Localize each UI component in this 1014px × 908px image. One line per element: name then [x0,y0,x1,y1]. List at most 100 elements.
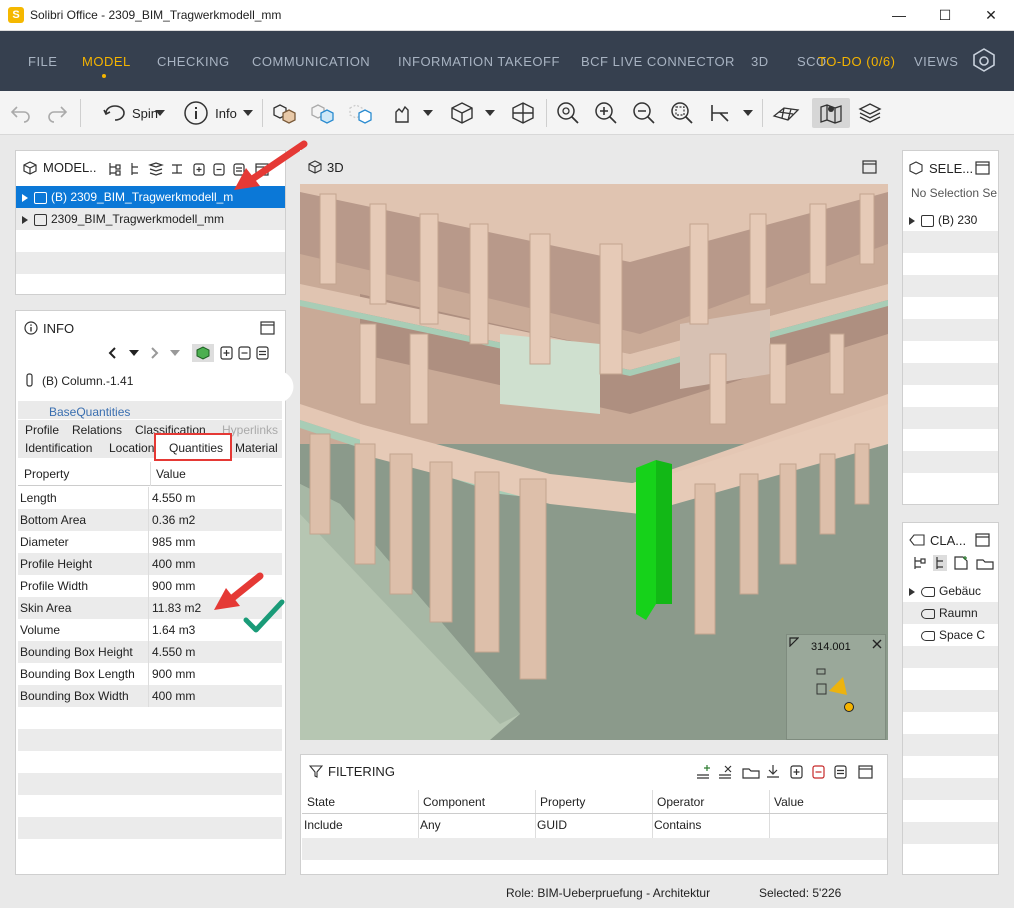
show-components-button[interactable] [268,98,302,128]
walk-dropdown[interactable] [420,98,436,128]
classification-tool-icons[interactable] [913,555,997,571]
menu-3d[interactable]: 3D [751,54,769,69]
classification-row-label: Raumn [939,606,978,620]
zoom-in-button[interactable] [590,98,622,128]
map-button[interactable] [812,98,850,128]
property-value: 900 mm [152,579,196,593]
menu-todo[interactable]: TO-DO (0/6) [818,54,896,69]
menu-views[interactable]: VIEWS [914,54,958,69]
undo-button[interactable] [6,98,36,128]
minimap-label: 314.001 [811,641,851,653]
empty-row [903,778,998,800]
filter-cell[interactable]: Include [304,814,343,836]
tab-basequantities[interactable]: BaseQuantities [49,405,130,419]
layers-button[interactable] [852,98,888,128]
property-row[interactable]: Bounding Box Length 900 mm [18,663,282,685]
view-dropdown[interactable] [482,98,498,128]
layers-icon [858,103,882,123]
tab-relations[interactable]: Relations [72,423,122,437]
measure-dropdown[interactable] [740,98,756,128]
empty-row [903,822,998,844]
tab-quantities-active[interactable]: Quantities [154,433,232,461]
filtering-tool-icons[interactable] [695,763,881,781]
menu-checking[interactable]: CHECKING [157,54,230,69]
expand-arrow-icon[interactable] [909,587,915,596]
redo-button[interactable] [42,98,72,128]
menu-communication[interactable]: COMMUNICATION [252,54,370,69]
filter-row[interactable]: Include Any GUID Contains [302,814,887,838]
menu-bcf-live-connector[interactable]: BCF LIVE CONNECTOR [581,54,735,69]
tab-profile[interactable]: Profile [25,423,59,437]
model-tree-row[interactable]: 2309_BIM_Tragwerkmodell_mm [16,208,285,230]
property-row[interactable]: Bottom Area 0.36 m2 [18,509,282,531]
tab-identification[interactable]: Identification [25,441,92,455]
filter-cell[interactable]: Any [420,814,441,836]
views-icon[interactable] [970,46,998,74]
filter-column-header[interactable]: Component [423,791,485,813]
classification-tag-icon [909,534,925,546]
info-navigation-icons[interactable] [108,344,280,362]
info-button[interactable]: Info [178,98,242,128]
section-box-button[interactable] [506,98,540,128]
close-icon[interactable] [871,638,883,650]
property-value: 11.83 m2 [152,601,202,615]
filter-column-header[interactable]: State [307,791,335,813]
filter-column-header[interactable]: Operator [657,791,704,813]
property-row[interactable]: Bounding Box Width 400 mm [18,685,282,707]
empty-row [903,275,998,297]
walk-button[interactable] [386,98,418,128]
collapse-corner-icon[interactable] [789,637,799,647]
view-cube-button[interactable] [444,98,480,128]
maximize-panel-icon[interactable] [862,160,878,174]
model-tree-icon [23,161,37,175]
zoom-selection-icon [671,102,693,124]
expand-arrow-icon[interactable] [909,216,915,225]
classification-panel-title: CLA... [930,533,967,548]
zoom-fit-button[interactable] [552,98,584,128]
filter-column-header[interactable]: Property [540,791,585,813]
tag-icon [921,630,935,641]
filter-column-header[interactable]: Value [774,791,804,813]
building-model-icon [921,214,934,227]
property-name: Bounding Box Length [20,667,135,681]
selection-tree-row[interactable]: (B) 230 [903,209,998,231]
property-row[interactable]: Length 4.550 m [18,487,282,509]
spin-dropdown[interactable] [152,98,168,128]
classification-row[interactable]: Gebäuc [903,580,998,602]
info-label: Info [215,105,237,121]
maximize-panel-icon[interactable] [975,161,991,175]
menu-file[interactable]: FILE [28,54,57,69]
property-row[interactable]: Bounding Box Height 4.550 m [18,641,282,663]
zoom-selection-button[interactable] [666,98,698,128]
classification-row[interactable]: Space C [903,624,998,646]
zoom-out-button[interactable] [628,98,660,128]
expand-arrow-icon[interactable] [22,215,28,224]
hide-components-button[interactable] [306,98,340,128]
property-header: Property [24,467,70,481]
empty-row [903,231,998,253]
maximize-panel-icon[interactable] [260,321,276,335]
measure-button[interactable] [704,98,736,128]
tab-material[interactable]: Material [235,441,278,455]
expand-arrow-icon[interactable] [22,193,28,202]
isolate-components-button[interactable] [344,98,378,128]
close-button[interactable]: ✕ [968,0,1014,31]
value-header: Value [156,467,186,481]
info-dropdown[interactable] [240,98,256,128]
tab-location[interactable]: Location [109,441,154,455]
empty-row [903,646,998,668]
minimize-button[interactable]: — [876,0,922,31]
empty-row [903,407,998,429]
minimap[interactable]: 314.001 [786,634,886,740]
property-row[interactable]: Diameter 985 mm [18,531,282,553]
maximize-button[interactable]: ☐ [922,0,968,31]
classification-row[interactable]: Raumn [903,602,998,624]
classification-row-label: Space C [939,628,986,642]
filter-cell[interactable]: Contains [654,814,701,836]
floor-plan-button[interactable] [768,98,804,128]
menu-model[interactable]: MODEL [82,54,131,69]
menu-information-takeoff[interactable]: INFORMATION TAKEOFF [398,54,560,69]
maximize-panel-icon[interactable] [975,533,991,547]
zoom-fit-icon [557,102,579,124]
filter-cell[interactable]: GUID [537,814,567,836]
